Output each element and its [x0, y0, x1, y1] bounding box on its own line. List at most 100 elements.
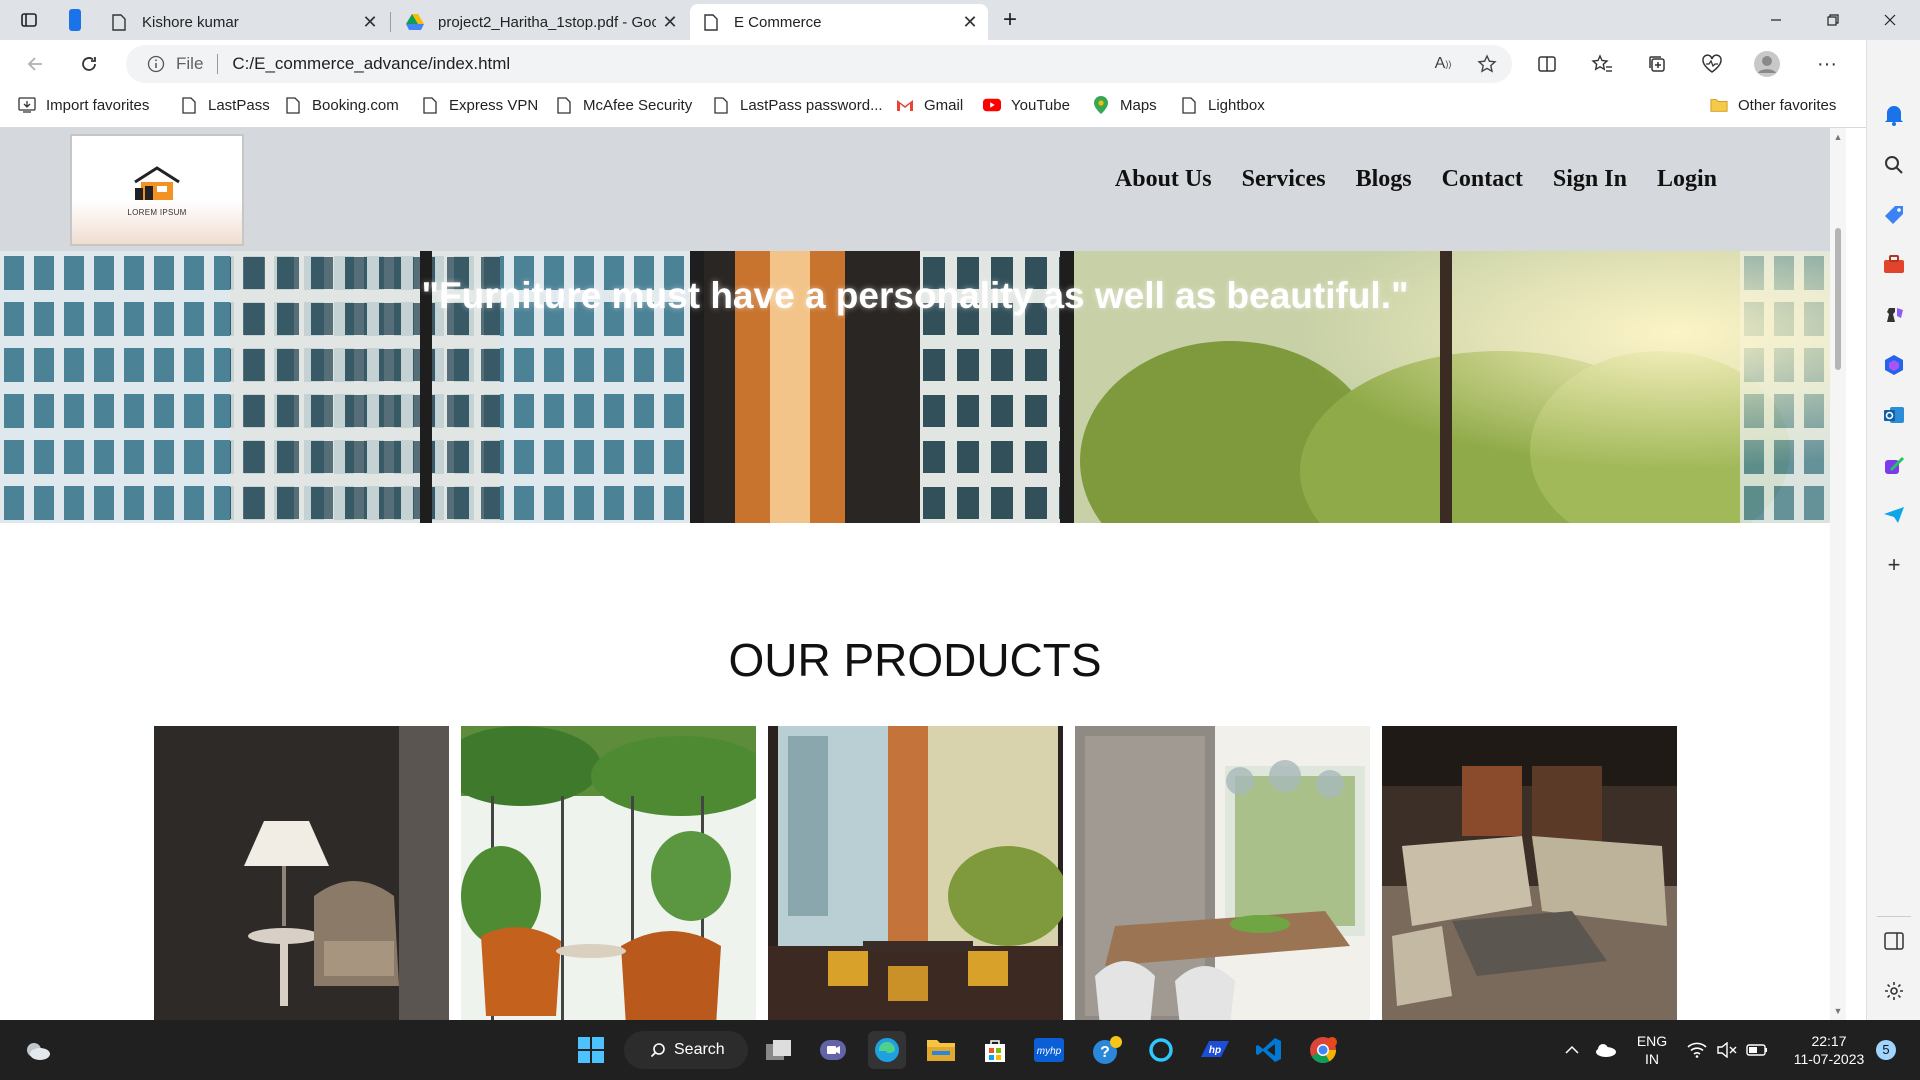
notification-badge[interactable]: 5: [1876, 1040, 1896, 1060]
product-card[interactable]: [1382, 726, 1677, 1020]
favorites-icon[interactable]: [1585, 48, 1619, 80]
favorite-express-vpn[interactable]: Express VPN: [421, 88, 538, 122]
bell-icon[interactable]: [1881, 102, 1907, 128]
split-screen-icon[interactable]: [1530, 48, 1564, 80]
teams-chat-icon[interactable]: [814, 1031, 852, 1069]
refresh-button[interactable]: [72, 48, 106, 80]
send-icon[interactable]: [1881, 502, 1907, 528]
wifi-icon[interactable]: [1682, 1031, 1712, 1069]
workspace-icon[interactable]: [58, 4, 92, 36]
back-button[interactable]: [18, 48, 52, 80]
folder-icon: [1710, 96, 1728, 114]
nav-login[interactable]: Login: [1657, 166, 1717, 193]
scroll-up-icon[interactable]: ▲: [1833, 132, 1843, 142]
product-card[interactable]: [768, 726, 1063, 1020]
read-aloud-icon[interactable]: A)): [1428, 49, 1458, 79]
site-logo[interactable]: LOREM IPSUM: [72, 136, 242, 244]
search-icon: [650, 1043, 665, 1058]
nav-sign-in[interactable]: Sign In: [1553, 166, 1627, 193]
speaker-muted-icon[interactable]: [1712, 1031, 1742, 1069]
restore-button[interactable]: [1805, 0, 1861, 40]
youtube-icon: [983, 96, 1001, 114]
vscode-icon[interactable]: [1250, 1031, 1288, 1069]
favorite-lastpass-password[interactable]: LastPass password...: [712, 88, 883, 122]
favorite-youtube[interactable]: YouTube: [983, 88, 1070, 122]
favorite-label: Gmail: [924, 96, 964, 114]
games-icon[interactable]: [1881, 302, 1907, 328]
products-heading: OUR PRODUCTS: [728, 634, 1102, 686]
scroll-down-icon[interactable]: ▼: [1833, 1006, 1843, 1016]
edge-taskbar-icon[interactable]: [868, 1031, 906, 1069]
favorite-lastpass[interactable]: LastPass: [180, 88, 270, 122]
search-icon[interactable]: [1881, 152, 1907, 178]
designer-icon[interactable]: [1881, 452, 1907, 478]
house-logo-icon: [134, 165, 180, 200]
scroll-thumb[interactable]: [1835, 228, 1841, 370]
favorite-label: LastPass: [208, 96, 270, 114]
tab-actions-icon[interactable]: [12, 4, 46, 36]
close-icon[interactable]: ✕: [656, 8, 684, 36]
favorite-booking[interactable]: Booking.com: [284, 88, 399, 122]
hero-banner: "Furniture must have a personality as we…: [0, 251, 1830, 523]
nav-about-us[interactable]: About Us: [1115, 166, 1212, 193]
favorite-lightbox[interactable]: Lightbox: [1180, 88, 1265, 122]
settings-more-icon[interactable]: ···: [1810, 48, 1844, 80]
onedrive-icon[interactable]: [1588, 1031, 1622, 1069]
favorite-label: LastPass password...: [740, 96, 883, 114]
address-bar[interactable]: File C:/E_commerce_advance/index.html A)…: [126, 45, 1512, 83]
url-text[interactable]: C:/E_commerce_advance/index.html: [232, 54, 510, 74]
taskbar-search[interactable]: Search: [624, 1031, 748, 1069]
page-icon: [180, 96, 198, 114]
info-icon[interactable]: [146, 54, 166, 74]
tab-label: Kishore kumar: [142, 13, 239, 31]
site-nav: About Us Services Blogs Contact Sign In …: [1115, 166, 1717, 193]
file-explorer-icon[interactable]: [922, 1031, 960, 1069]
favorite-mcafee[interactable]: McAfee Security: [555, 88, 692, 122]
battery-icon[interactable]: [1742, 1031, 1772, 1069]
microsoft-store-icon[interactable]: [976, 1031, 1014, 1069]
close-icon[interactable]: ✕: [956, 8, 984, 36]
page-scrollbar[interactable]: ▲ ▼: [1830, 128, 1846, 1020]
language-indicator[interactable]: ENG IN: [1630, 1032, 1674, 1068]
task-view-icon[interactable]: [760, 1031, 798, 1069]
favorite-import[interactable]: Import favorites: [18, 88, 149, 122]
chrome-icon[interactable]: [1304, 1031, 1342, 1069]
nav-contact[interactable]: Contact: [1442, 166, 1523, 193]
tab-e-commerce[interactable]: E Commerce ✕: [690, 4, 988, 40]
collections-icon[interactable]: [1640, 48, 1674, 80]
profile-avatar[interactable]: [1750, 48, 1784, 80]
favorite-label: Lightbox: [1208, 96, 1265, 114]
favorite-star-icon[interactable]: [1472, 49, 1502, 79]
tab-kishore-kumar[interactable]: Kishore kumar ✕: [98, 4, 388, 40]
show-hidden-icons-icon[interactable]: [1558, 1031, 1586, 1069]
tools-briefcase-icon[interactable]: [1881, 252, 1907, 278]
microsoft-365-icon[interactable]: [1881, 352, 1907, 378]
close-icon[interactable]: ✕: [356, 8, 384, 36]
clock[interactable]: 22:17 11-07-2023: [1784, 1032, 1874, 1068]
nav-services[interactable]: Services: [1242, 166, 1326, 193]
shopping-tag-icon[interactable]: [1881, 202, 1907, 228]
close-window-button[interactable]: [1862, 0, 1918, 40]
product-card[interactable]: [154, 726, 449, 1020]
windows-start-icon[interactable]: [572, 1031, 610, 1069]
add-icon[interactable]: +: [1881, 552, 1907, 578]
outlook-icon[interactable]: [1881, 402, 1907, 428]
product-card[interactable]: [461, 726, 756, 1020]
cortana-icon[interactable]: [1142, 1031, 1180, 1069]
new-tab-button[interactable]: +: [990, 0, 1030, 40]
favorite-gmail[interactable]: Gmail: [896, 88, 963, 122]
myhp-icon[interactable]: myhp: [1030, 1031, 1068, 1069]
maps-icon: [1092, 96, 1110, 114]
get-help-icon[interactable]: ?: [1088, 1031, 1126, 1069]
favorite-maps[interactable]: Maps: [1092, 88, 1157, 122]
product-card[interactable]: [1075, 726, 1370, 1020]
hp-app-icon[interactable]: hp: [1196, 1031, 1234, 1069]
browser-essentials-icon[interactable]: [1695, 48, 1729, 80]
sidebar-panel-icon[interactable]: [1881, 928, 1907, 954]
nav-blogs[interactable]: Blogs: [1356, 166, 1412, 193]
minimize-button[interactable]: [1748, 0, 1804, 40]
other-favorites[interactable]: Other favorites: [1710, 88, 1836, 122]
weather-icon[interactable]: [18, 1031, 56, 1069]
tab-project2-pdf[interactable]: project2_Haritha_1stop.pdf - Goo ✕: [394, 4, 688, 40]
gear-icon[interactable]: [1881, 978, 1907, 1004]
